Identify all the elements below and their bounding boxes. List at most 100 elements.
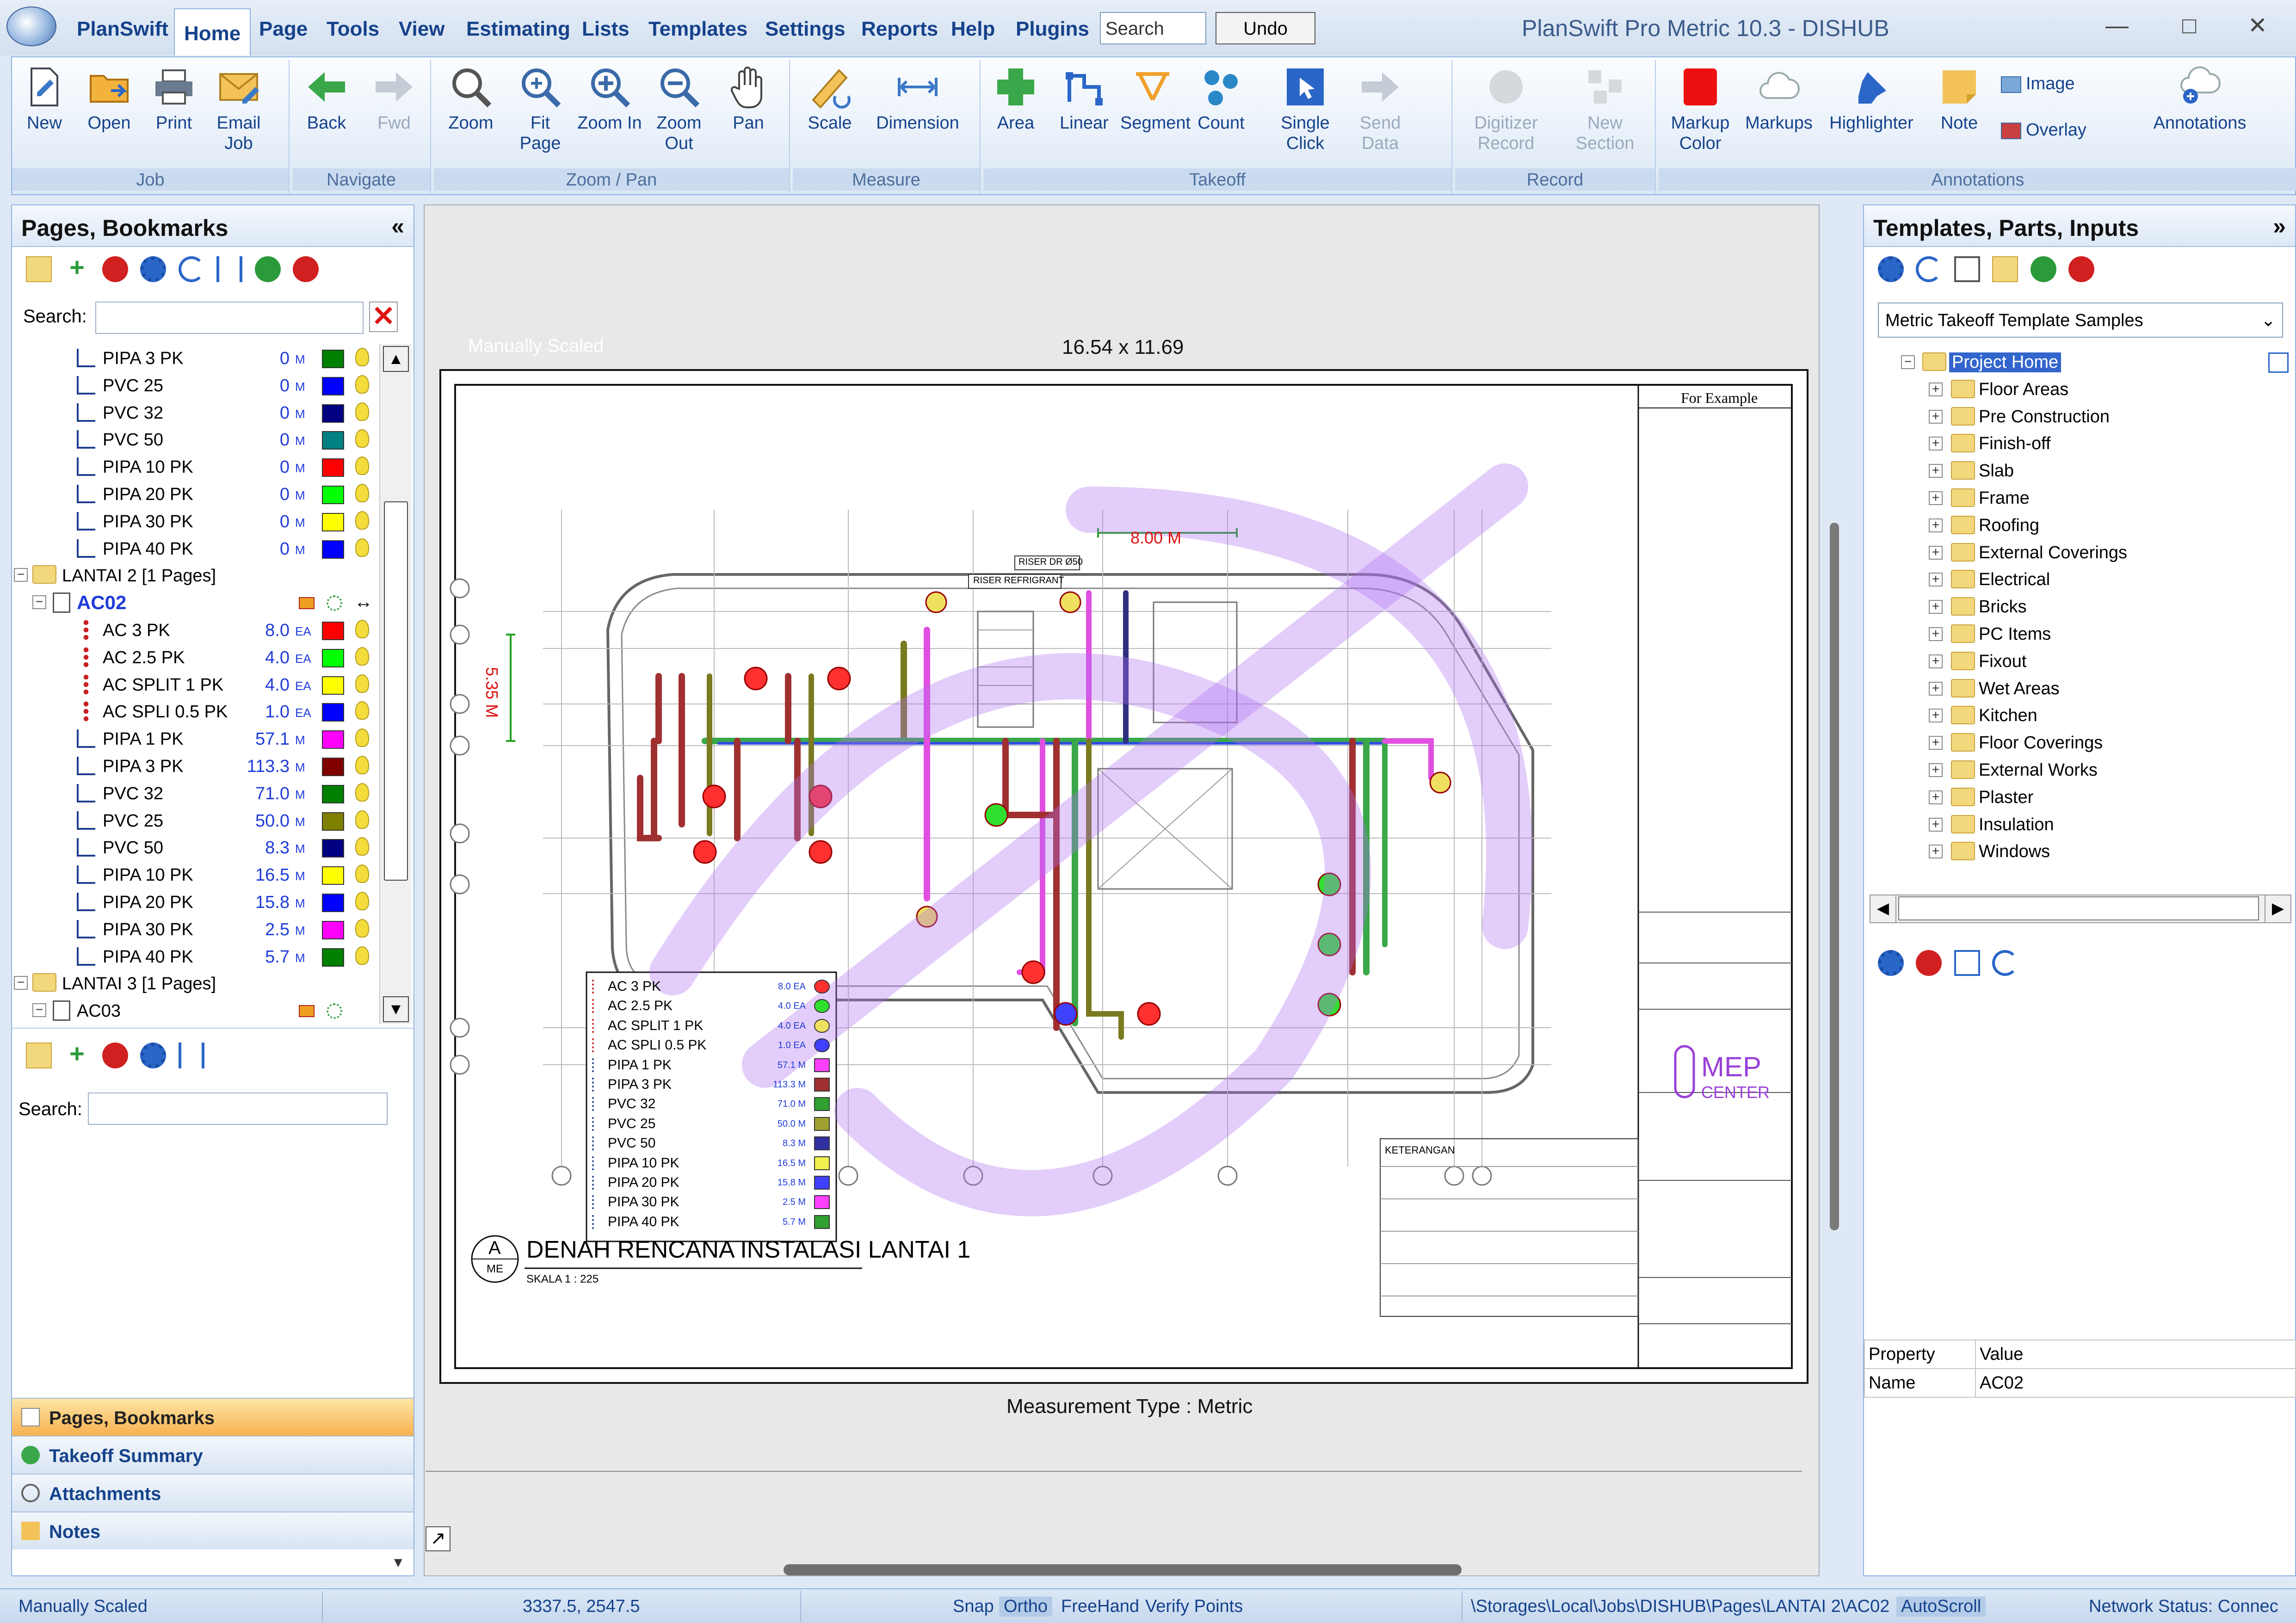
page-settings-icon[interactable]	[327, 1003, 342, 1019]
item-color-swatch[interactable]	[322, 948, 344, 967]
collapse-panel-icon[interactable]: «	[391, 213, 404, 240]
add-icon[interactable]: +	[64, 1041, 90, 1068]
app-menu-button[interactable]: PlanSwift	[77, 18, 168, 41]
item-color-swatch[interactable]	[322, 758, 344, 776]
folder-icon[interactable]	[26, 1043, 52, 1068]
tree-item[interactable]: PIPA 30 PK 2.5 M	[12, 915, 377, 942]
zoom-button[interactable]: Zoom	[438, 65, 503, 133]
template-folder[interactable]: + Floor Coverings	[1864, 729, 2296, 756]
visibility-bulb-icon[interactable]	[355, 674, 369, 693]
menu-reports[interactable]: Reports	[861, 18, 938, 41]
collapse-toggle-icon[interactable]: −	[14, 568, 28, 582]
markup-color-button[interactable]: Markup Color	[1663, 65, 1737, 154]
tree-folder[interactable]: − LANTAI 3 [1 Pages]	[12, 969, 377, 996]
nav-tabs-menu-icon[interactable]: ▼	[391, 1555, 405, 1571]
table-icon[interactable]	[1954, 950, 1980, 976]
zoom-out-button[interactable]: Zoom Out	[647, 65, 711, 154]
menu-estimating[interactable]: Estimating	[466, 18, 570, 41]
add-circle-icon[interactable]	[2030, 256, 2056, 282]
highlighter-button[interactable]: Highlighter	[1821, 65, 1922, 133]
item-color-swatch[interactable]	[322, 839, 344, 858]
expand-toggle-icon[interactable]: +	[1929, 681, 1943, 696]
item-color-swatch[interactable]	[322, 512, 344, 531]
folder-icon[interactable]	[26, 256, 52, 282]
forward-button[interactable]: Fwd	[362, 65, 426, 133]
templates-hscrollbar[interactable]: ◀ ▶	[1870, 895, 2291, 923]
property-row[interactable]: Name AC02	[1864, 1368, 2296, 1398]
template-folder[interactable]: + Wet Areas	[1864, 675, 2296, 702]
tree-item[interactable]: PIPA 20 PK 15.8 M	[12, 888, 377, 915]
visibility-bulb-icon[interactable]	[355, 810, 369, 829]
item-color-swatch[interactable]	[322, 622, 344, 640]
page-settings-icon[interactable]	[327, 595, 342, 611]
refresh-icon[interactable]	[1992, 950, 2018, 976]
tree-item[interactable]: PIPA 3 PK 0 M	[12, 344, 377, 371]
menu-view[interactable]: View	[399, 18, 444, 41]
maximize-icon[interactable]: □	[2182, 12, 2196, 39]
visibility-bulb-icon[interactable]	[355, 892, 369, 910]
tree-item[interactable]: PIPA 40 PK 0 M	[12, 535, 377, 562]
pan-button[interactable]: Pan	[716, 65, 781, 133]
refresh-icon[interactable]	[1916, 256, 1942, 282]
gear-icon[interactable]	[140, 256, 167, 282]
tree-root[interactable]: − Project Home	[1864, 349, 2296, 376]
splitter[interactable]	[12, 1028, 414, 1033]
digitizer-record-button[interactable]: Digitizer Record	[1464, 65, 1548, 154]
item-color-swatch[interactable]	[322, 431, 344, 450]
template-folder[interactable]: + Finish-off	[1864, 430, 2296, 457]
delete-icon[interactable]	[1916, 950, 1942, 976]
tree-item[interactable]: PVC 32 0 M	[12, 399, 377, 426]
item-color-swatch[interactable]	[322, 676, 344, 695]
tree-folder[interactable]: − LANTAI 2 [1 Pages]	[12, 562, 377, 588]
collapse-toggle-icon[interactable]: −	[14, 976, 28, 990]
verify-points-toggle[interactable]: Verify Points	[1145, 1597, 1243, 1617]
item-color-swatch[interactable]	[322, 376, 344, 395]
send-data-button[interactable]: Send Data	[1348, 65, 1413, 154]
gear-icon[interactable]	[1878, 256, 1904, 282]
visibility-bulb-icon[interactable]	[355, 402, 369, 421]
template-folder[interactable]: + Kitchen	[1864, 702, 2296, 729]
tree-item[interactable]: PIPA 1 PK 57.1 M	[12, 725, 377, 752]
close-icon[interactable]: ✕	[2248, 12, 2267, 39]
expand-toggle-icon[interactable]: +	[1929, 518, 1943, 532]
tree-item[interactable]: PVC 25 50.0 M	[12, 807, 377, 833]
item-color-swatch[interactable]	[322, 404, 344, 423]
open-button[interactable]: Open	[77, 65, 142, 133]
tree-item[interactable]: AC 2.5 PK 4.0 EA	[12, 643, 377, 670]
template-folder[interactable]: + Floor Areas	[1864, 376, 2296, 403]
sort-icon[interactable]	[178, 1043, 204, 1068]
checkbox-icon[interactable]	[2268, 352, 2289, 373]
tree-item[interactable]: PVC 50 0 M	[12, 426, 377, 452]
expand-toggle-icon[interactable]: +	[1929, 817, 1943, 832]
horizontal-scrollbar[interactable]	[784, 1564, 1462, 1575]
visibility-bulb-icon[interactable]	[355, 756, 369, 774]
template-folder[interactable]: + Slab	[1864, 457, 2296, 484]
menu-help[interactable]: Help	[951, 18, 995, 41]
expand-arrow-icon[interactable]: ↗	[426, 1526, 451, 1551]
nav-tab-takeoff-summary[interactable]: Takeoff Summary	[12, 1436, 414, 1474]
scroll-left-icon[interactable]: ◀	[1870, 895, 1896, 922]
tree-item[interactable]: PVC 32 71.0 M	[12, 779, 377, 806]
tree-scrollbar[interactable]: ▲ ▼	[379, 344, 412, 1024]
visibility-bulb-icon[interactable]	[355, 837, 369, 856]
item-color-swatch[interactable]	[322, 540, 344, 559]
image-button[interactable]: Image	[2001, 74, 2075, 94]
count-button[interactable]: Count	[1189, 65, 1253, 133]
item-color-swatch[interactable]	[322, 458, 344, 477]
expand-toggle-icon[interactable]: +	[1929, 464, 1943, 478]
area-button[interactable]: Area	[983, 65, 1048, 133]
undo-button[interactable]: Undo	[1216, 12, 1315, 44]
template-folder[interactable]: + Windows	[1864, 838, 2296, 865]
visibility-bulb-icon[interactable]	[355, 511, 369, 530]
new-folder-icon[interactable]	[1992, 256, 2018, 282]
ribbon-search-input[interactable]: Search	[1100, 12, 1206, 44]
item-color-swatch[interactable]	[322, 350, 344, 368]
visibility-bulb-icon[interactable]	[355, 701, 369, 720]
template-folder[interactable]: + Roofing	[1864, 512, 2296, 539]
markups-button[interactable]: Markups	[1742, 65, 1816, 133]
overlay-button[interactable]: Overlay	[2001, 120, 2086, 140]
tree-page[interactable]: − AC03	[12, 997, 377, 1024]
collapse-toggle-icon[interactable]: −	[1901, 355, 1915, 369]
linear-button[interactable]: Linear	[1052, 65, 1117, 133]
segment-button[interactable]: Segment	[1120, 65, 1191, 133]
